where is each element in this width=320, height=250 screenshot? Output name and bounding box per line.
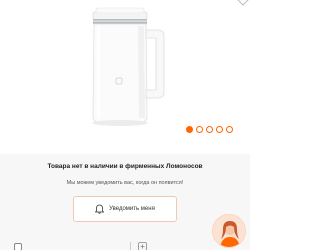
product-gallery	[0, 0, 250, 140]
electric-kettle-image[interactable]	[88, 6, 166, 130]
gallery-dot[interactable]	[196, 125, 203, 133]
gallery-dot[interactable]	[216, 125, 223, 133]
notice-text: Мы можем уведомить вас, когда он появитс…	[66, 180, 184, 186]
bell-icon	[95, 204, 105, 214]
share-icon[interactable]	[138, 242, 147, 250]
checkbox-icon[interactable]	[14, 243, 22, 250]
heart-icon[interactable]	[236, 0, 250, 6]
notify-me-label: Уведомить меня	[109, 206, 155, 212]
gallery-dot[interactable]	[186, 125, 193, 133]
gallery-pagination	[186, 124, 233, 134]
divider	[130, 242, 131, 250]
gallery-dot[interactable]	[206, 125, 213, 133]
bottom-actions	[0, 236, 250, 250]
gallery-dot[interactable]	[226, 125, 233, 133]
notice-title: Товара нет в наличии в фирменных Ломонос…	[47, 163, 203, 170]
chat-assistant-avatar[interactable]	[212, 214, 246, 248]
notify-me-button[interactable]: Уведомить меня	[73, 196, 177, 222]
